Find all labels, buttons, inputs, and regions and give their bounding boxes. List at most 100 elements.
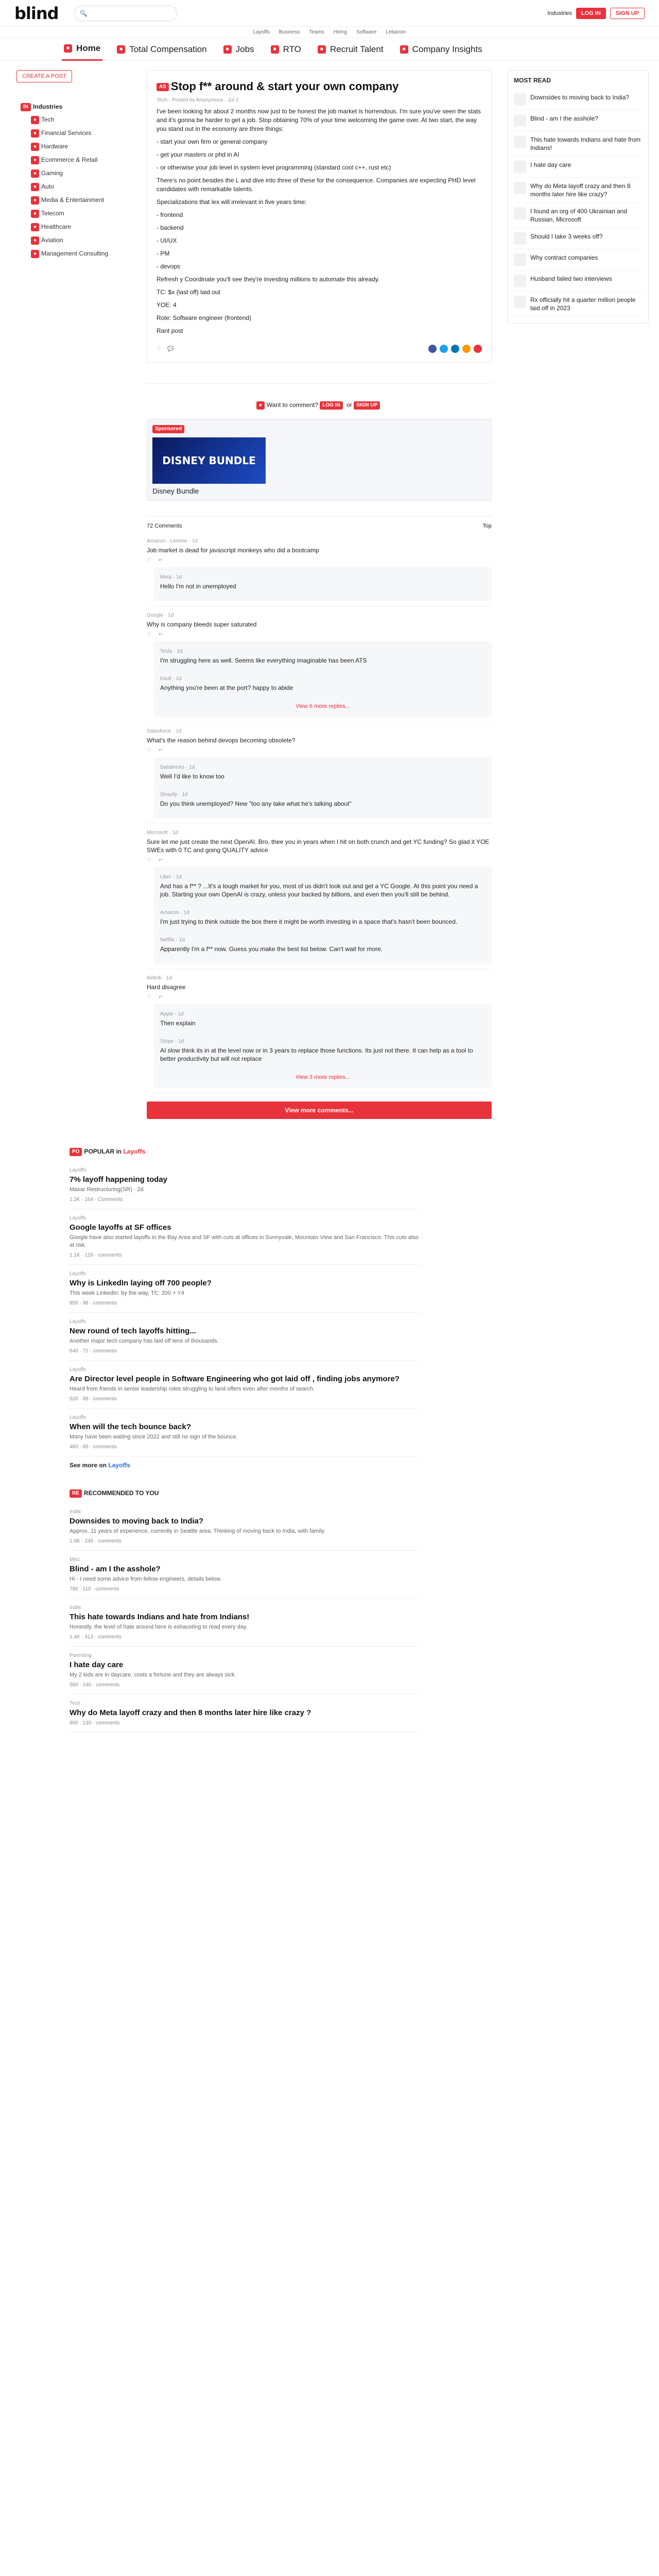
post-paragraph: There's no point besides the L and dive … <box>157 177 476 193</box>
signin-prompt: ● Want to comment? LOG IN or SIGN UP <box>147 383 492 417</box>
sidebar-item[interactable]: ● Ecommerce & Retail <box>10 154 139 167</box>
feed-item[interactable]: Parenting I hate day care My 2 kids are in… <box>70 1647 420 1694</box>
most-read-item[interactable]: Why do Meta layoff crazy and then 8 mont… <box>514 178 642 203</box>
sidebar-item[interactable]: ● Media & Entertainment <box>10 194 139 207</box>
popular-topic-link[interactable]: Layoffs <box>123 1148 145 1155</box>
most-read-item[interactable]: Rx officially hit a quarter million peop… <box>514 292 642 317</box>
comment-icon[interactable]: 💬 <box>167 346 174 352</box>
nav-item-rto[interactable]: ■ RTO <box>269 44 303 55</box>
feed-item[interactable]: Misc Blind - am I the asshole? Hi - I need… <box>70 1551 420 1599</box>
more-share-icon[interactable] <box>474 345 482 353</box>
replies-block: Uber · 1d And has a f** ? ...It's a tough… <box>154 867 492 963</box>
linkedin-icon[interactable] <box>451 345 459 353</box>
feed-title[interactable]: New round of tech layoffs hitting... <box>70 1327 420 1335</box>
most-read-title: MOST READ <box>514 77 551 84</box>
feed-title[interactable]: Are Director level people in Software En… <box>70 1375 420 1383</box>
feed-item[interactable]: Layoffs Google layoffs at SF offices Googl… <box>70 1209 420 1265</box>
thumbnail <box>514 232 526 245</box>
sidebar-item[interactable]: ● Hardware <box>10 140 139 154</box>
subnav-item[interactable]: Teams <box>309 29 324 35</box>
view-more-replies-link[interactable]: View 6 more replies... <box>160 699 485 714</box>
sidebar-item[interactable]: ● Aviation <box>10 234 139 247</box>
signin-signup-link[interactable]: SIGN UP <box>354 401 380 410</box>
feed-title[interactable]: Why is LinkedIn laying off 700 people? <box>70 1279 420 1287</box>
feed-title[interactable]: This hate towards Indians and hate from … <box>70 1613 420 1621</box>
like-icon[interactable]: ♡ <box>147 748 151 753</box>
like-icon[interactable]: ♡ <box>157 346 161 352</box>
region-select[interactable]: Industries <box>547 10 572 16</box>
feed-item[interactable]: Layoffs When will the tech bounce back? Ma… <box>70 1409 420 1456</box>
logo[interactable]: blind <box>14 4 59 23</box>
sort-select[interactable]: Top <box>482 523 492 529</box>
feed-item[interactable]: Layoffs New round of tech layoffs hitting… <box>70 1313 420 1361</box>
most-read-item[interactable]: Downsides to moving back to India? <box>514 89 642 110</box>
search-input[interactable] <box>90 9 171 17</box>
feed-category: Layoffs <box>70 1366 86 1372</box>
most-read-item[interactable]: Should I take 3 weeks off? <box>514 228 642 249</box>
ad-box[interactable]: Sponsored DISNEY BUNDLE Disney Bundle <box>147 419 492 501</box>
like-icon[interactable]: ♡ <box>147 557 151 563</box>
feed-stats: 790 · 110 · comments <box>70 1586 119 1592</box>
feed-category: Layoffs <box>70 1270 86 1277</box>
feed-title[interactable]: Blind - am I the asshole? <box>70 1565 420 1573</box>
nav-item-total-compensation[interactable]: ■ Total Compensation <box>115 44 209 55</box>
post-footer: ♡ 💬 <box>157 345 482 353</box>
most-read-item[interactable]: Why contract companies <box>514 249 642 270</box>
feed-item[interactable]: Tech Why do Meta layoff crazy and then 8 … <box>70 1694 420 1733</box>
sidebar-item[interactable]: ● Healthcare <box>10 221 139 234</box>
login-button[interactable]: LOG IN <box>576 7 606 19</box>
signup-button[interactable]: SIGN UP <box>610 7 645 19</box>
nav-item-home[interactable]: ■ Home <box>62 38 103 61</box>
nav-item-recruit-talent[interactable]: ■ Recruit Talent <box>316 44 386 55</box>
feed-title[interactable]: Downsides to moving back to India? <box>70 1517 420 1526</box>
most-read-item[interactable]: I hate day care <box>514 157 642 178</box>
feed-title[interactable]: When will the tech bounce back? <box>70 1422 420 1431</box>
like-icon[interactable]: ♡ <box>147 994 151 1000</box>
sidebar-item[interactable]: ● Telecom <box>10 207 139 221</box>
sidebar-item[interactable]: ● Management Consulting <box>10 247 139 261</box>
reply-icon[interactable]: ↵ <box>159 748 163 753</box>
feed-item[interactable]: Layoffs Are Director level people in Soft… <box>70 1361 420 1409</box>
subnav-item[interactable]: Lebanon <box>386 29 406 35</box>
view-more-replies-link[interactable]: View 3 more replies... <box>160 1070 485 1084</box>
feed-item[interactable]: India Downsides to moving back to India? A… <box>70 1503 420 1551</box>
subnav-item[interactable]: Business <box>279 29 300 35</box>
feed-title[interactable]: Why do Meta layoff crazy and then 8 mont… <box>70 1708 420 1717</box>
sidebar-item[interactable]: ● Gaming <box>10 167 139 180</box>
signin-login-link[interactable]: LOG IN <box>320 401 343 410</box>
reply-icon[interactable]: ↵ <box>159 857 163 863</box>
facebook-icon[interactable] <box>428 345 437 353</box>
twitter-icon[interactable] <box>440 345 448 353</box>
subnav-item[interactable]: Software <box>356 29 376 35</box>
reply-icon[interactable]: ↵ <box>159 994 163 1000</box>
sidebar-item[interactable]: ● Auto <box>10 180 139 194</box>
sidebar-item[interactable]: ● Financial Services <box>10 127 139 140</box>
feed-item[interactable]: Layoffs Why is LinkedIn laying off 700 pe… <box>70 1265 420 1313</box>
reply-icon[interactable]: ↵ <box>159 632 163 637</box>
search-box[interactable]: 🔍 <box>74 5 177 21</box>
feed-item[interactable]: Layoffs 7% layoff happening today Maxar Re… <box>70 1161 420 1209</box>
most-read-item[interactable]: This hate towards Indians and hate from … <box>514 131 642 157</box>
sidebar-item[interactable]: ● Tech <box>10 113 139 127</box>
like-icon[interactable]: ♡ <box>147 857 151 863</box>
feed-item[interactable]: India This hate towards Indians and hate … <box>70 1599 420 1647</box>
most-read-item[interactable]: I found an org of 400 Ukrainian and Russ… <box>514 203 642 228</box>
copy-link-icon[interactable] <box>462 345 471 353</box>
most-read-item[interactable]: Blind - am I the asshole? <box>514 110 642 131</box>
reply-icon[interactable]: ↵ <box>159 557 163 563</box>
like-icon[interactable]: ♡ <box>147 632 151 637</box>
create-post-button[interactable]: CREATE A POST <box>16 70 72 82</box>
feed-preview: Honestly, the level of hate around here … <box>70 1623 248 1630</box>
most-read-item[interactable]: Husband failed two interviews <box>514 270 642 292</box>
feed-title[interactable]: 7% layoff happening today <box>70 1175 420 1184</box>
see-more-link[interactable]: See more on Layoffs <box>70 1462 420 1469</box>
subnav-item[interactable]: Hiring <box>334 29 347 35</box>
feed-title[interactable]: Google layoffs at SF offices <box>70 1223 420 1232</box>
ad-image[interactable]: DISNEY BUNDLE <box>152 437 266 484</box>
nav-item-company-insights[interactable]: ■ Company Insights <box>398 44 484 55</box>
subnav-item[interactable]: Layoffs <box>253 29 270 35</box>
nav-item-jobs[interactable]: ■ Jobs <box>221 44 256 55</box>
thumbnail <box>514 253 526 266</box>
view-more-comments-button[interactable]: View more comments... <box>147 1101 492 1119</box>
feed-title[interactable]: I hate day care <box>70 1660 420 1669</box>
